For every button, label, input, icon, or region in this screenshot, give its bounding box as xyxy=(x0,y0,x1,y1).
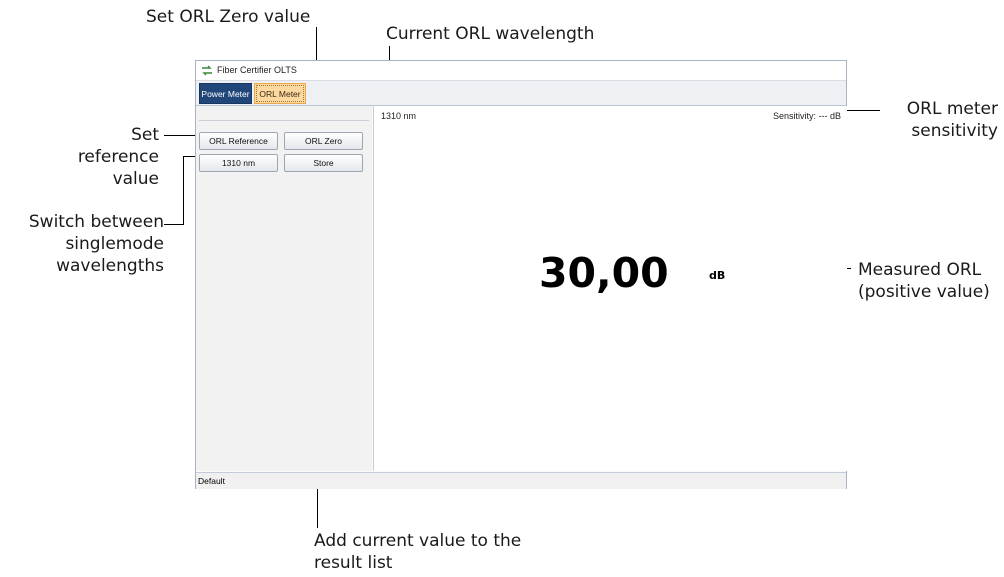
status-bar: Default xyxy=(196,472,846,489)
wavelength-button[interactable]: 1310 nm xyxy=(199,154,278,172)
callout-set-orl-zero: Set ORL Zero value xyxy=(146,7,311,27)
title-bar: Fiber Certifier OLTS xyxy=(196,61,846,81)
app-title: Fiber Certifier OLTS xyxy=(217,65,297,75)
callout-set-reference: Set reference value xyxy=(77,125,159,189)
fiber-app-icon xyxy=(202,65,212,76)
orl-reference-button[interactable]: ORL Reference xyxy=(199,132,278,150)
callout-measured-orl: Measured ORL (positive value) xyxy=(858,260,990,302)
callout-current-wavelength: Current ORL wavelength xyxy=(386,24,595,44)
store-button[interactable]: Store xyxy=(284,154,363,172)
control-panel: ORL Reference ORL Zero 1310 nm Store xyxy=(196,106,372,471)
tab-strip: Power Meter ORL Meter xyxy=(196,81,846,106)
current-wavelength-label: 1310 nm xyxy=(381,111,417,121)
tab-power-meter[interactable]: Power Meter xyxy=(199,83,252,104)
measurement-display: 1310 nm Sensitivity: --- dB 30,00 dB xyxy=(373,106,847,471)
callout-switch-wavelengths: Switch between singlemode wavelengths xyxy=(28,212,164,276)
leader-switch-wavelengths-v xyxy=(183,156,184,224)
tab-orl-meter[interactable]: ORL Meter xyxy=(254,83,306,104)
status-text: Default xyxy=(198,476,225,486)
sensitivity-readout: Sensitivity: --- dB xyxy=(772,111,841,121)
measured-orl-value: 30,00 xyxy=(539,249,669,297)
measured-orl-unit: dB xyxy=(709,269,726,282)
callout-add-to-results: Add current value to the result list xyxy=(314,531,522,573)
leader-switch-wavelengths-h1 xyxy=(164,224,184,225)
orl-zero-button[interactable]: ORL Zero xyxy=(284,132,363,150)
callout-sensitivity: ORL meter sensitivity xyxy=(906,99,998,141)
panel-divider xyxy=(199,120,369,121)
app-window: Fiber Certifier OLTS Power Meter ORL Met… xyxy=(195,60,847,489)
